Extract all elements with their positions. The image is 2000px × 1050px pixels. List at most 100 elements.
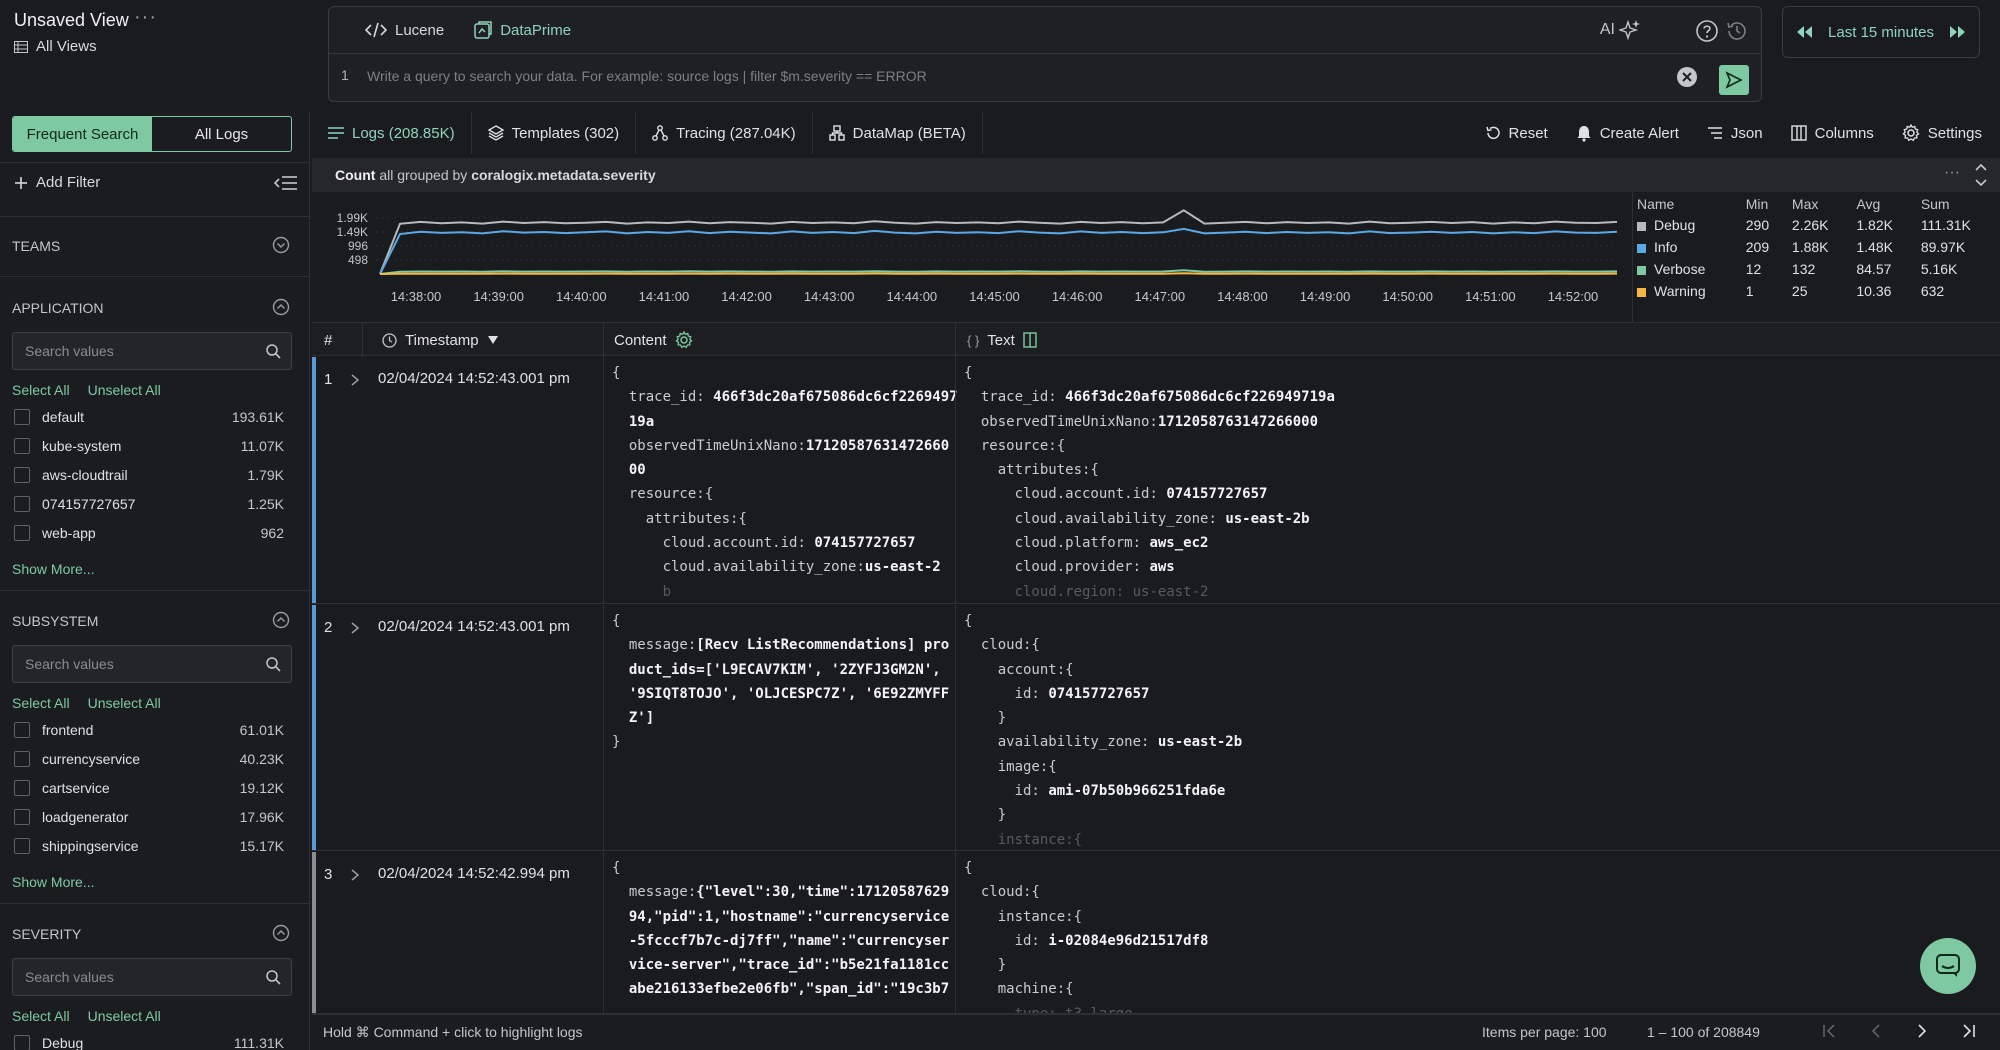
chat-support-button[interactable] <box>1920 938 1976 994</box>
row-text[interactable]: { cloud:{ account:{ id: 074157727657 } a… <box>964 609 1242 850</box>
clear-query-icon[interactable] <box>1675 65 1699 89</box>
query-input[interactable] <box>367 59 1667 93</box>
collapse-sidebar-icon[interactable] <box>274 174 298 192</box>
checkbox[interactable] <box>14 838 30 854</box>
unselect-all-link[interactable]: Unselect All <box>88 1008 161 1024</box>
graph-title[interactable]: Count all grouped by coralogix.metadata.… <box>335 167 656 183</box>
col-header-text[interactable]: { } Text <box>967 323 1037 357</box>
collapse-application-icon[interactable] <box>272 298 290 316</box>
columns-button[interactable]: Columns <box>1790 125 1874 142</box>
row-content[interactable]: { trace_id: 466f3dc20af675086dc6cf226949… <box>612 361 958 603</box>
filter-value-row[interactable]: Debug 111.31K <box>14 1032 284 1050</box>
subsystem-search-input[interactable] <box>25 646 255 682</box>
prev-page-icon[interactable] <box>1866 1021 1886 1041</box>
legend-row-info[interactable]: Info 209 1.88K 1.48K 89.97K <box>1633 236 2000 258</box>
tab-templates[interactable]: Templates (302) <box>472 112 637 154</box>
col-header-timestamp[interactable]: Timestamp <box>382 323 499 357</box>
json-label: Json <box>1730 124 1763 142</box>
severity-search-input[interactable] <box>25 959 255 995</box>
table-row[interactable]: 3 02/04/2024 14:52:42.994 pm { message:{… <box>312 852 2000 1014</box>
column-toggle-icon[interactable] <box>1023 332 1037 348</box>
legend-row-verbose[interactable]: Verbose 12 132 84.57 5.16K <box>1633 258 2000 280</box>
fast-forward-icon[interactable] <box>1948 25 1968 39</box>
checkbox[interactable] <box>14 525 30 541</box>
select-all-link[interactable]: Select All <box>12 382 70 398</box>
frequent-search-button[interactable]: Frequent Search <box>13 117 152 151</box>
tab-tracing[interactable]: Tracing (287.04K) <box>636 112 813 154</box>
reset-button[interactable]: Reset <box>1485 125 1548 142</box>
filter-value-row[interactable]: kube-system 11.07K <box>14 435 284 457</box>
table-row[interactable]: 2 02/04/2024 14:52:43.001 pm { message:[… <box>312 605 2000 851</box>
run-query-button[interactable] <box>1719 65 1749 95</box>
filter-value-row[interactable]: default 193.61K <box>14 406 284 428</box>
table-row[interactable]: 1 02/04/2024 14:52:43.001 pm { trace_id:… <box>312 357 2000 604</box>
tab-dataprime[interactable]: DataPrime <box>462 12 583 48</box>
checkbox[interactable] <box>14 409 30 425</box>
json-button[interactable]: Json <box>1707 125 1763 142</box>
series-line-debug <box>379 209 1618 275</box>
filter-value-row[interactable]: frontend 61.01K <box>14 719 284 741</box>
tab-lucene[interactable]: Lucene <box>353 12 456 48</box>
collapse-severity-icon[interactable] <box>272 924 290 942</box>
checkbox[interactable] <box>14 722 30 738</box>
next-page-icon[interactable] <box>1912 1021 1932 1041</box>
filter-value-row[interactable]: shippingservice 15.17K <box>14 835 284 857</box>
view-title[interactable]: Unsaved View <box>14 10 129 31</box>
help-icon[interactable] <box>1695 19 1719 43</box>
filter-value-row[interactable]: web-app 962 <box>14 522 284 544</box>
expand-row-icon[interactable] <box>350 373 360 387</box>
checkbox[interactable] <box>14 496 30 512</box>
legend-row-warning[interactable]: Warning 1 25 10.36 632 <box>1633 280 2000 302</box>
expand-row-icon[interactable] <box>350 868 360 882</box>
x-tick-label: 14:41:00 <box>639 289 690 304</box>
unselect-all-link[interactable]: Unselect All <box>88 695 161 711</box>
ai-assist-button[interactable]: AI <box>1600 19 1641 41</box>
items-per-page-select[interactable]: Items per page: 100 <box>1482 1024 1607 1040</box>
all-views-link[interactable]: All Views <box>14 38 97 55</box>
tab-datamap[interactable]: DataMap (BETA) <box>813 112 983 154</box>
history-icon[interactable] <box>1725 19 1749 43</box>
expand-collapse-icon[interactable] <box>1974 162 1988 188</box>
time-range-picker[interactable]: Last 15 minutes <box>1782 6 1980 58</box>
legend-row-debug[interactable]: Debug 290 2.26K 1.82K 111.31K <box>1633 214 2000 236</box>
view-more-icon[interactable]: ··· <box>134 6 157 29</box>
col-header-content[interactable]: Content <box>614 323 693 357</box>
filter-value-row[interactable]: loadgenerator 17.96K <box>14 806 284 828</box>
row-content[interactable]: { message:{"level":30,"time":17120587629… <box>612 856 949 1002</box>
row-text[interactable]: { cloud:{ instance:{ id: i-02084e96d2151… <box>964 856 1208 1013</box>
checkbox[interactable] <box>14 467 30 483</box>
checkbox[interactable] <box>14 751 30 767</box>
settings-button[interactable]: Settings <box>1902 124 1982 142</box>
gear-icon[interactable] <box>674 331 693 349</box>
first-page-icon[interactable] <box>1820 1021 1840 1041</box>
sort-desc-icon[interactable] <box>487 335 499 345</box>
select-all-link[interactable]: Select All <box>12 695 70 711</box>
legend-header-min: Min <box>1745 196 1769 212</box>
expand-teams-icon[interactable] <box>272 236 290 254</box>
subsystem-show-more-link[interactable]: Show More... <box>12 874 94 890</box>
checkbox[interactable] <box>14 1035 30 1050</box>
expand-row-icon[interactable] <box>350 621 360 635</box>
filter-value-row[interactable]: aws-cloudtrail 1.79K <box>14 464 284 486</box>
all-logs-button[interactable]: All Logs <box>152 117 291 151</box>
application-show-more-link[interactable]: Show More... <box>12 561 94 577</box>
filter-value-row[interactable]: 074157727657 1.25K <box>14 493 284 515</box>
filter-value-row[interactable]: currencyservice 40.23K <box>14 748 284 770</box>
application-search-input[interactable] <box>25 333 255 369</box>
select-all-link[interactable]: Select All <box>12 1008 70 1024</box>
graph-menu-icon[interactable]: ··· <box>1944 164 1960 182</box>
rewind-icon[interactable] <box>1794 25 1814 39</box>
row-content[interactable]: { message:[Recv ListRecommendations] pro… <box>612 609 949 755</box>
filter-value-row[interactable]: cartservice 19.12K <box>14 777 284 799</box>
legend-header-sum: Sum <box>1920 196 1950 212</box>
checkbox[interactable] <box>14 780 30 796</box>
checkbox[interactable] <box>14 438 30 454</box>
unselect-all-link[interactable]: Unselect All <box>88 382 161 398</box>
checkbox[interactable] <box>14 809 30 825</box>
add-filter-button[interactable]: Add Filter <box>14 174 100 191</box>
tab-logs[interactable]: Logs (208.85K) <box>312 112 472 154</box>
create-alert-button[interactable]: Create Alert <box>1576 125 1679 142</box>
collapse-subsystem-icon[interactable] <box>272 611 290 629</box>
last-page-icon[interactable] <box>1958 1021 1978 1041</box>
row-text[interactable]: { trace_id: 466f3dc20af675086dc6cf226949… <box>964 361 1335 603</box>
